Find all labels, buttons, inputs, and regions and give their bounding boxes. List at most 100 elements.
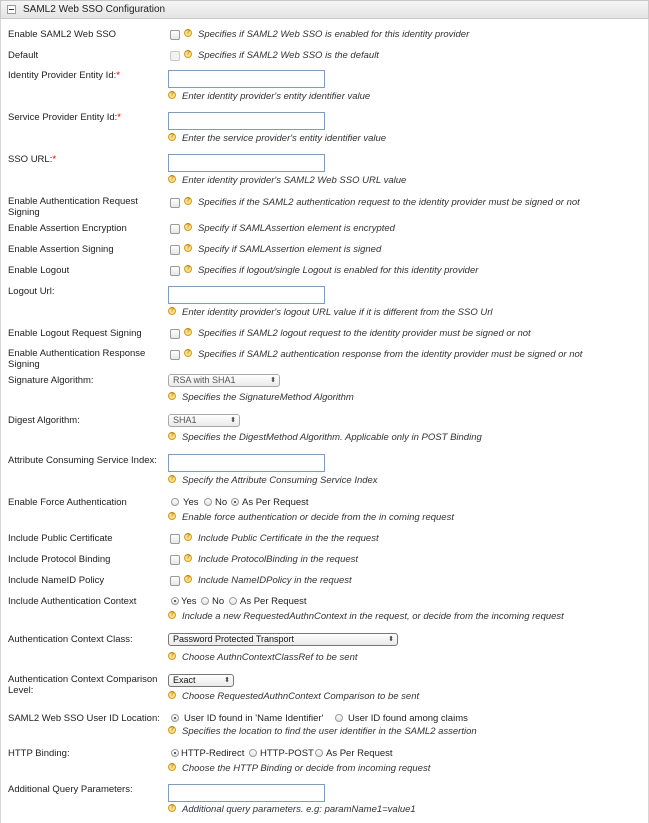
http-post-radio[interactable] <box>249 749 257 757</box>
acs-index-input[interactable] <box>168 454 325 472</box>
help-icon: ? <box>184 244 192 252</box>
http-redirect-radio[interactable] <box>171 749 179 757</box>
hint: Additional query parameters. e.g: paramN… <box>182 804 416 815</box>
label: Default <box>8 50 39 61</box>
help-icon: ? <box>168 691 176 699</box>
hint: Enter the service provider's entity iden… <box>182 133 387 144</box>
collapse-toggle-icon[interactable] <box>7 5 16 14</box>
default-checkbox[interactable] <box>170 51 180 61</box>
help-icon: ? <box>168 392 176 400</box>
user-id-claims-radio[interactable] <box>335 714 343 722</box>
label: Signature Algorithm: <box>8 375 94 386</box>
help-icon: ? <box>168 726 176 734</box>
required-marker: * <box>117 112 121 123</box>
help-icon: ? <box>168 611 176 619</box>
hint: Enter identity provider's entity identif… <box>182 91 371 102</box>
include-protocol-binding-checkbox[interactable] <box>170 555 180 565</box>
auth-context-comparison-select[interactable]: Exact ⬍ <box>168 674 234 687</box>
label: Logout Url: <box>8 286 55 297</box>
http-as-per-request-radio[interactable] <box>315 749 323 757</box>
hint: Specify the Attribute Consuming Service … <box>182 475 378 486</box>
label: Attribute Consuming Service Index: <box>8 455 157 466</box>
radio-label: User ID found in 'Name Identifier' <box>184 713 324 724</box>
help-icon: ? <box>184 349 192 357</box>
digest-algorithm-select[interactable]: SHA1 ⬍ <box>168 414 240 427</box>
required-marker: * <box>52 154 57 165</box>
help-icon: ? <box>184 328 192 336</box>
label: Enable Force Authentication <box>8 497 127 508</box>
radio-label: HTTP-Redirect <box>181 748 245 759</box>
hint: Specifies the SignatureMethod Algorithm <box>182 392 354 403</box>
assertion-signing-checkbox[interactable] <box>170 245 180 255</box>
help-icon: ? <box>168 763 176 771</box>
label: Enable Logout Request Signing <box>8 328 142 339</box>
hint: Choose the HTTP Binding or decide from i… <box>182 763 431 774</box>
help-icon: ? <box>168 133 176 141</box>
label: Enable Authentication Request Signing <box>8 196 138 218</box>
label: Service Provider Entity Id:* <box>8 112 121 123</box>
hint: Include a new RequestedAuthnContext in t… <box>182 611 564 622</box>
radio-label: Yes <box>181 596 197 607</box>
label: Enable Logout <box>8 265 70 276</box>
label: Enable SAML2 Web SSO <box>8 29 117 40</box>
hint: Specifies if SAML2 Web SSO is the defaul… <box>198 50 379 61</box>
user-id-name-identifier-radio[interactable] <box>171 714 179 722</box>
force-auth-yes-radio[interactable] <box>171 498 179 506</box>
auth-context-no-radio[interactable] <box>201 597 209 605</box>
select-arrows-icon: ⬍ <box>230 417 236 424</box>
force-auth-as-per-request-radio[interactable] <box>231 498 239 506</box>
help-icon: ? <box>168 175 176 183</box>
radio-label: No <box>215 497 228 508</box>
section-header[interactable]: SAML2 Web SSO Configuration <box>0 0 649 19</box>
label: Include NameID Policy <box>8 575 105 586</box>
authn-request-signing-checkbox[interactable] <box>170 198 180 208</box>
authn-response-signing-checkbox[interactable] <box>170 350 180 360</box>
hint: Include ProtocolBinding in the request <box>198 554 359 565</box>
additional-query-params-input[interactable] <box>168 784 325 802</box>
label: HTTP Binding: <box>8 748 70 759</box>
label: Include Protocol Binding <box>8 554 111 565</box>
label: Additional Query Parameters: <box>8 784 133 795</box>
sp-entity-id-input[interactable] <box>168 112 325 130</box>
auth-context-as-per-request-radio[interactable] <box>229 597 237 605</box>
hint: Specifies if SAML2 logout request to the… <box>198 328 531 339</box>
help-icon: ? <box>168 652 176 660</box>
auth-context-yes-radio[interactable] <box>171 597 179 605</box>
assertion-encryption-checkbox[interactable] <box>170 224 180 234</box>
sso-url-input[interactable] <box>168 154 325 172</box>
help-icon: ? <box>184 265 192 273</box>
section-title: SAML2 Web SSO Configuration <box>23 4 166 15</box>
hint: Enter identity provider's logout URL val… <box>182 307 493 318</box>
help-icon: ? <box>184 554 192 562</box>
auth-context-class-select[interactable]: Password Protected Transport ⬍ <box>168 633 398 646</box>
label: Authentication Context Comparison Level: <box>8 674 158 696</box>
help-icon: ? <box>184 29 192 37</box>
hint: Choose RequestedAuthnContext Comparison … <box>182 691 420 702</box>
label: Digest Algorithm: <box>8 415 80 426</box>
help-icon: ? <box>184 223 192 231</box>
select-arrows-icon: ⬍ <box>388 636 394 643</box>
enable-logout-checkbox[interactable] <box>170 266 180 276</box>
signature-algorithm-select[interactable]: RSA with SHA1 ⬍ <box>168 374 280 387</box>
radio-label: HTTP-POST <box>260 748 314 759</box>
logout-url-input[interactable] <box>168 286 325 304</box>
select-arrows-icon: ⬍ <box>270 377 276 384</box>
include-public-certificate-checkbox[interactable] <box>170 534 180 544</box>
include-nameid-policy-checkbox[interactable] <box>170 576 180 586</box>
label: Include Authentication Context <box>8 596 137 607</box>
hint: Specifies the DigestMethod Algorithm. Ap… <box>182 432 482 443</box>
help-icon: ? <box>168 91 176 99</box>
enable-saml-checkbox[interactable] <box>170 30 180 40</box>
hint: Specify if SAMLAssertion element is sign… <box>198 244 382 255</box>
logout-request-signing-checkbox[interactable] <box>170 329 180 339</box>
label: SAML2 Web SSO User ID Location: <box>8 713 160 724</box>
idp-entity-id-input[interactable] <box>168 70 325 88</box>
radio-label: As Per Request <box>240 596 307 607</box>
label: Enable Authentication Response Signing <box>8 348 146 370</box>
help-icon: ? <box>168 512 176 520</box>
hint: Include Public Certificate in the the re… <box>198 533 379 544</box>
hint: Choose AuthnContextClassRef to be sent <box>182 652 358 663</box>
hint: Specifies if SAML2 Web SSO is enabled fo… <box>198 29 470 40</box>
force-auth-no-radio[interactable] <box>204 498 212 506</box>
radio-label: Yes <box>183 497 199 508</box>
